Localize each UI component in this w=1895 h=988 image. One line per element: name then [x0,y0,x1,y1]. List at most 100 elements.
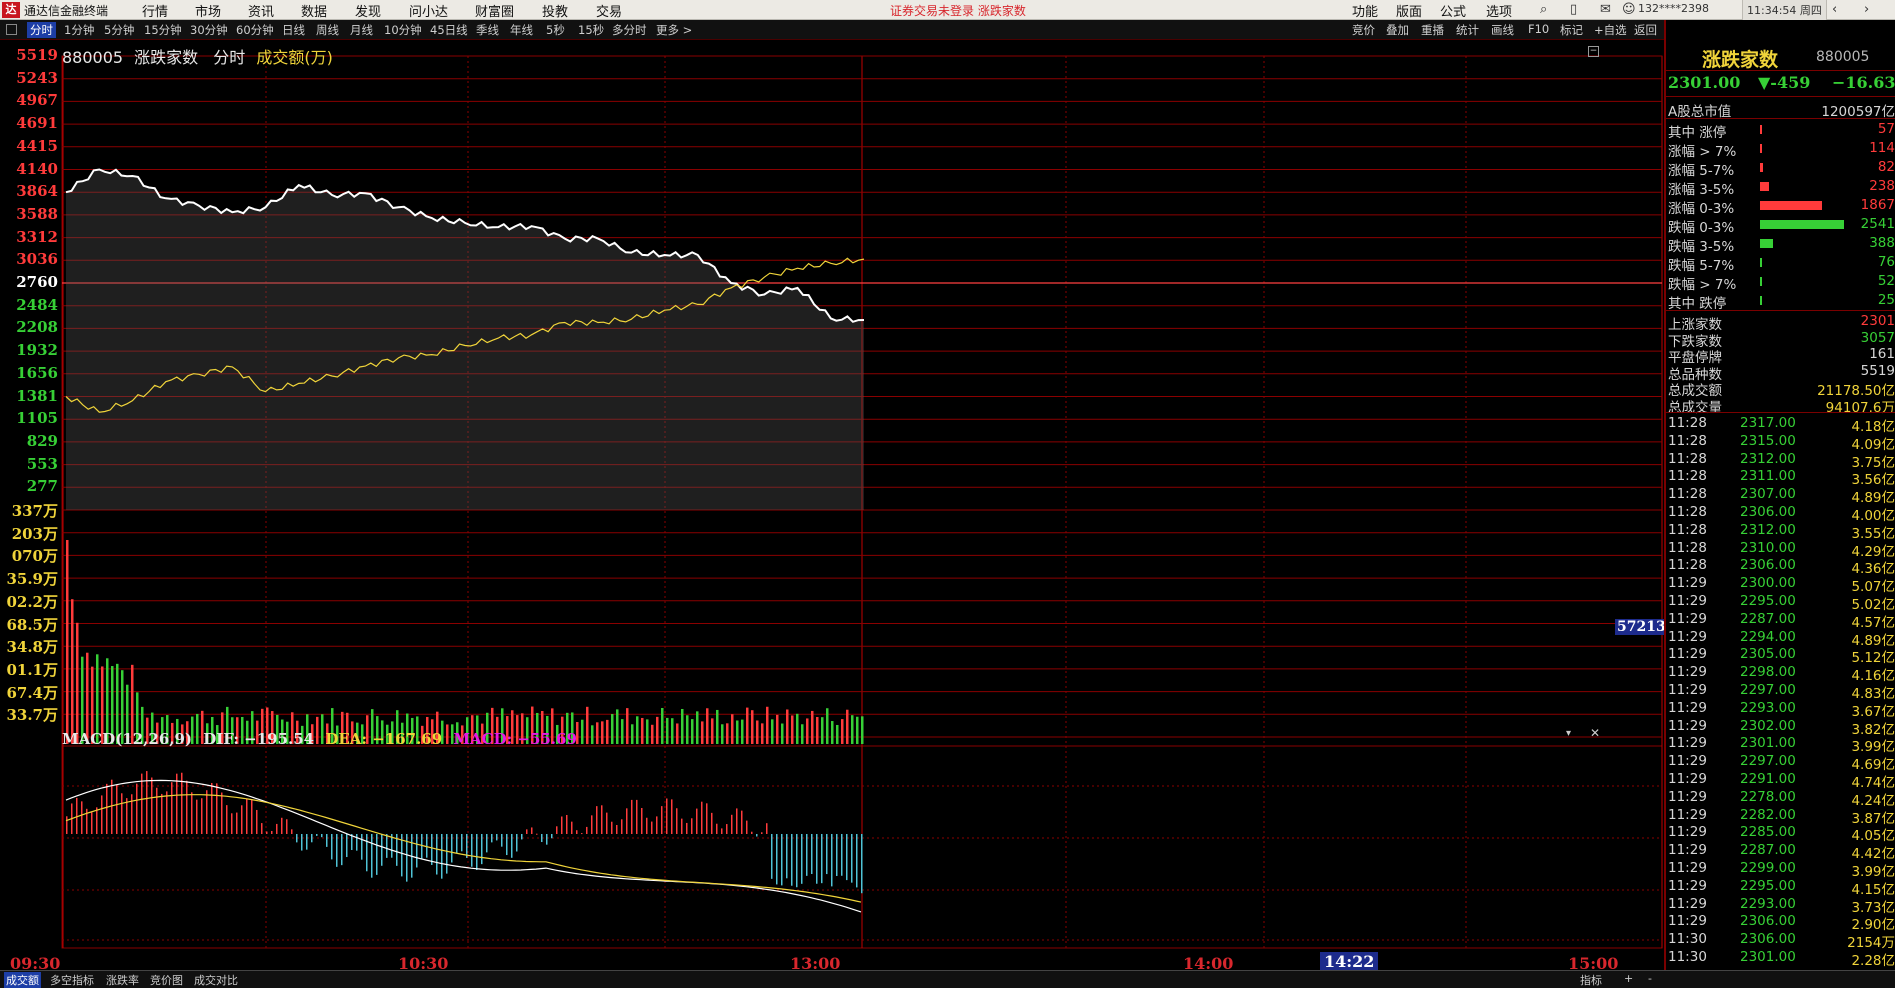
add-watchlist-button[interactable]: +自选 [1594,22,1627,38]
volume-bar [801,724,804,744]
tab-15min[interactable]: 15分钟 [144,22,182,38]
macd-bar [216,783,218,834]
chart-collapse-icon[interactable]: − [1588,46,1599,57]
macd-close-icon[interactable]: ✕ [1590,726,1600,740]
tab-week[interactable]: 周线 [316,22,339,38]
tick-row: 11:29 2297.00 4.69亿 [1668,753,1895,773]
indicator-button[interactable]: 指标 [1580,972,1602,988]
breadth-row[interactable]: 跌幅 3-5% 388 [1668,235,1895,255]
stats-button[interactable]: 统计 [1456,22,1479,38]
breadth-value: 82 [1877,159,1895,175]
forward-arrow-icon[interactable]: › [1864,2,1869,17]
macd-bar [101,795,103,834]
menu-item-faxian[interactable]: 发现 [355,1,381,20]
volume-bar [751,710,754,744]
macd-bar [591,815,593,834]
tab-month[interactable]: 月线 [350,22,373,38]
volume-bar [631,724,634,744]
menu-item-toujiao[interactable]: 投教 [542,1,568,20]
breadth-row[interactable]: 其中 涨停 57 [1668,121,1895,141]
macd-bar [776,834,778,885]
tick-price: 2278.00 [1740,788,1796,805]
zoom-in-button[interactable]: + [1624,972,1633,985]
breadth-row[interactable]: 跌幅 > 7% 52 [1668,273,1895,293]
tab-volume-compare[interactable]: 成交对比 [194,972,238,988]
menu-item-banmian[interactable]: 版面 [1396,1,1422,20]
tab-volume-amount[interactable]: 成交额 [4,972,41,988]
tab-auction-chart[interactable]: 竞价图 [150,972,183,988]
volume-bar [676,723,679,744]
tab-45day[interactable]: 45日线 [430,22,468,38]
tab-5sec[interactable]: 5秒 [546,22,565,38]
macd-bar [156,787,158,834]
macd-bar [856,834,858,888]
macd-menu-icon[interactable]: ▾ [1566,728,1571,739]
macd-bar [626,808,628,834]
tab-60min[interactable]: 60分钟 [236,22,274,38]
user-icon[interactable]: ☺ [1622,2,1636,17]
replay-button[interactable]: 重播 [1421,22,1444,38]
macd-bar [546,834,548,845]
volume-bar [611,714,614,744]
macd-bar [476,834,478,871]
menu-item-gongshi[interactable]: 公式 [1440,1,1466,20]
tick-price: 2295.00 [1740,593,1796,609]
menu-item-zixun[interactable]: 资讯 [248,1,274,20]
return-button[interactable]: 返回 [1634,22,1657,38]
auction-button[interactable]: 竞价 [1352,22,1375,38]
tab-more[interactable]: 更多 > [656,22,692,38]
mark-button[interactable]: 标记 [1560,22,1583,38]
menu-item-shichang[interactable]: 市场 [195,1,221,20]
overlay-button[interactable]: 叠加 [1386,22,1409,38]
phone-icon[interactable]: ▯ [1570,2,1577,17]
macd-bar [406,834,408,882]
menu-item-gongneng[interactable]: 功能 [1352,1,1378,20]
tab-multi-fenshi[interactable]: 多分时 [612,22,647,38]
tab-long-short[interactable]: 多空指标 [50,972,94,988]
macd-bar [596,806,598,834]
menu-item-caifuquan[interactable]: 财富圈 [475,1,514,20]
macd-bar [536,833,538,835]
macd-bar [631,799,633,834]
zoom-out-button[interactable]: - [1648,972,1652,985]
menu-item-wenxiaoda[interactable]: 问小达 [409,1,448,20]
left-axis-tick: 5243 [16,68,58,87]
tab-day[interactable]: 日线 [282,22,305,38]
search-icon[interactable]: ⌕ [1540,2,1547,17]
menu-item-shuju[interactable]: 数据 [301,1,327,20]
intraday-chart[interactable] [0,0,1895,988]
volume-bar [811,710,814,744]
message-icon[interactable]: ✉ [1600,2,1611,17]
tab-15sec[interactable]: 15秒 [578,22,604,38]
tab-5min[interactable]: 5分钟 [104,22,134,38]
breadth-row[interactable]: 其中 跌停 25 [1668,292,1895,312]
breadth-row[interactable]: 涨幅 > 7% 114 [1668,140,1895,160]
tab-advance-ratio[interactable]: 涨跌率 [106,972,139,988]
volume-bar [661,707,664,744]
user-account[interactable]: 132****2398 [1638,2,1709,15]
tab-season[interactable]: 季线 [476,22,499,38]
volume-bar [761,723,764,744]
f10-button[interactable]: F10 [1528,22,1549,36]
breadth-row[interactable]: 涨幅 0-3% 1867 [1668,197,1895,217]
left-axis-tick: 2484 [16,295,58,314]
breadth-row[interactable]: 跌幅 5-7% 76 [1668,254,1895,274]
menu-item-jiaoyi[interactable]: 交易 [596,1,622,20]
sidebar-pct: −16.63% [1832,73,1895,92]
tab-year[interactable]: 年线 [510,22,533,38]
left-axis-tick: 2760 [16,273,58,291]
tab-10min[interactable]: 10分钟 [384,22,422,38]
menu-item-hangqing[interactable]: 行情 [142,1,168,20]
breadth-row[interactable]: 跌幅 0-3% 2541 [1668,216,1895,236]
tab-30min[interactable]: 30分钟 [190,22,228,38]
macd-bar [696,808,698,834]
layout-toggle-icon[interactable] [6,24,17,35]
back-arrow-icon[interactable]: ‹ [1832,2,1837,17]
breadth-row[interactable]: 涨幅 3-5% 238 [1668,178,1895,198]
tab-fenshi[interactable]: 分时 [27,22,56,38]
breadth-row[interactable]: 涨幅 5-7% 82 [1668,159,1895,179]
draw-line-button[interactable]: 画线 [1491,22,1514,38]
tab-1min[interactable]: 1分钟 [64,22,94,38]
macd-bar [451,834,453,863]
menu-item-xuanxiang[interactable]: 选项 [1486,1,1512,20]
